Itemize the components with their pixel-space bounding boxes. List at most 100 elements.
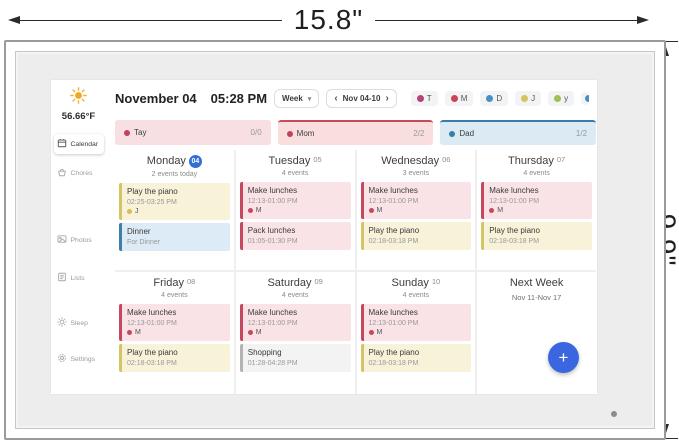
- day-cell-friday[interactable]: Friday08 4 events Make lunches 12:13-01:…: [115, 272, 234, 394]
- member-dot: [554, 95, 561, 102]
- event-card[interactable]: Pack lunches 01:05-01:30 PM: [240, 222, 351, 250]
- member-dot: [248, 330, 253, 335]
- day-cell-sunday[interactable]: Sunday10 4 events Make lunches 12:13-01:…: [357, 272, 476, 394]
- add-event-button[interactable]: +: [548, 342, 579, 373]
- day-number: 05: [313, 155, 321, 164]
- member-chip[interactable]: M: [445, 91, 474, 106]
- current-time: 05:28 PM: [211, 91, 267, 106]
- member-dot: [127, 209, 132, 214]
- day-name: Saturday: [267, 277, 311, 289]
- chevron-left-icon[interactable]: ‹: [334, 96, 337, 102]
- sidebar-item-lists[interactable]: Lists: [54, 268, 104, 288]
- day-number: 08: [187, 277, 195, 286]
- event-card[interactable]: Shopping 01:28-04:28 PM: [240, 344, 351, 372]
- day-cell-saturday[interactable]: Saturday09 4 events Make lunches 12:13-0…: [236, 272, 355, 394]
- day-cell-wednesday[interactable]: Wednesday06 3 events Make lunches 12:13-…: [357, 150, 476, 270]
- view-selector[interactable]: Week ▾: [274, 89, 319, 108]
- sidebar-item-chores[interactable]: Chores: [54, 163, 104, 183]
- filter-count: 0/0: [251, 128, 262, 137]
- sidebar-item-settings[interactable]: Settings: [54, 349, 104, 369]
- day-summary: 4 events: [479, 170, 594, 177]
- lists-icon: [57, 272, 67, 284]
- member-chip-clipped[interactable]: [581, 92, 589, 105]
- member-dot: [369, 330, 374, 335]
- weather-widget: 56.66°F: [62, 87, 95, 122]
- day-summary: 4 events: [238, 170, 353, 177]
- gear-icon: [57, 353, 67, 365]
- calendar-icon: [57, 138, 67, 150]
- day-name: Monday: [147, 155, 186, 167]
- day-summary: 3 events: [359, 170, 474, 177]
- member-dot: [451, 95, 458, 102]
- sidebar-item-sleep[interactable]: Sleep: [54, 313, 104, 333]
- chevron-right-icon[interactable]: ›: [385, 96, 388, 102]
- event-card[interactable]: Play the piano 02:18-03:18 PM: [361, 344, 472, 372]
- member-chip[interactable]: D: [480, 91, 508, 106]
- event-card[interactable]: Dinner For Dinner: [119, 223, 230, 251]
- member-chip[interactable]: J: [515, 91, 541, 106]
- week-grid: Monday04 2 events today Play the piano 0…: [115, 150, 596, 394]
- sidebar-item-photos[interactable]: Photos: [54, 230, 104, 250]
- sidebar-nav: Calendar Chores Photos Lists: [51, 134, 106, 369]
- member-dot: [585, 95, 589, 102]
- chores-icon: [57, 167, 67, 179]
- app-header: November 04 05:28 PM Week ▾ ‹ Nov 04-10 …: [106, 80, 597, 117]
- day-number: 07: [557, 155, 565, 164]
- sidebar-item-calendar[interactable]: Calendar: [54, 134, 104, 154]
- event-card[interactable]: Make lunches 12:13-01:00 PM M: [481, 182, 592, 219]
- day-cell-thursday[interactable]: Thursday07 4 events Make lunches 12:13-0…: [477, 150, 596, 270]
- day-summary: 4 events: [238, 292, 353, 299]
- filter-dot: [124, 130, 130, 136]
- device-screen: 56.66°F Calendar Chores Ph: [15, 51, 655, 429]
- width-label: 15.8": [294, 4, 363, 36]
- event-card[interactable]: Make lunches 12:13-01:00 PM M: [240, 304, 351, 341]
- day-cell-next-week[interactable]: Next Week Nov 11-Nov 17: [477, 272, 596, 394]
- event-card[interactable]: Make lunches 12:13-01:00 PM M: [361, 182, 472, 219]
- day-name: Friday: [153, 277, 184, 289]
- day-summary: 2 events today: [117, 171, 232, 178]
- member-dot: [489, 208, 494, 213]
- member-dot: [417, 95, 424, 102]
- filter-dot: [449, 131, 455, 137]
- day-cell-monday[interactable]: Monday04 2 events today Play the piano 0…: [115, 150, 234, 270]
- filter-chip-tay[interactable]: Tay 0/0: [115, 120, 271, 145]
- event-card[interactable]: Make lunches 12:13-01:00 PM M: [240, 182, 351, 219]
- day-name: Thursday: [508, 155, 554, 167]
- day-name: Tuesday: [269, 155, 311, 167]
- member-chip[interactable]: T: [411, 91, 438, 106]
- week-range: Nov 04-10: [343, 94, 381, 103]
- filter-chip-dad[interactable]: Dad 1/2: [440, 120, 596, 145]
- calendar-app: 56.66°F Calendar Chores Ph: [51, 80, 597, 394]
- day-number: 06: [442, 155, 450, 164]
- week-navigator: ‹ Nov 04-10 ›: [326, 89, 396, 108]
- event-card[interactable]: Play the piano 02:18-03:18 PM: [481, 222, 592, 250]
- photos-icon: [57, 234, 67, 246]
- day-number: 09: [314, 277, 322, 286]
- member-dot: [521, 95, 528, 102]
- sleep-icon: [57, 317, 67, 329]
- day-number: 10: [432, 277, 440, 286]
- member-dot: [486, 95, 493, 102]
- member-chip[interactable]: y: [548, 91, 574, 106]
- filter-count: 1/2: [576, 129, 587, 138]
- light-sensor-dot: [611, 411, 617, 417]
- day-summary: 4 events: [117, 292, 232, 299]
- filter-count: 2/2: [413, 129, 424, 138]
- day-cell-tuesday[interactable]: Tuesday05 4 events Make lunches 12:13-01…: [236, 150, 355, 270]
- filter-row: Tay 0/0 Mom 2/2 Dad 1/2: [115, 120, 596, 145]
- event-card[interactable]: Make lunches 12:13-01:00 PM M: [361, 304, 472, 341]
- day-summary: 4 events: [359, 292, 474, 299]
- event-card[interactable]: Play the piano 02:18-03:18 PM: [361, 222, 472, 250]
- arrow-right-icon: [637, 16, 649, 24]
- day-name: Next Week: [510, 277, 564, 289]
- event-card[interactable]: Play the piano 02:18-03:18 PM: [119, 344, 230, 372]
- current-date: November 04: [115, 91, 197, 106]
- event-card[interactable]: Play the piano 02:25-03:25 PM J: [119, 183, 230, 220]
- device-frame: 56.66°F Calendar Chores Ph: [4, 40, 666, 440]
- filter-chip-mom[interactable]: Mom 2/2: [278, 120, 434, 145]
- temperature: 56.66°F: [62, 111, 95, 122]
- event-card[interactable]: Make lunches 12:13-01:00 PM M: [119, 304, 230, 341]
- sun-icon: [70, 91, 87, 108]
- width-dimension: 15.8": [8, 2, 649, 38]
- chevron-down-icon: ▾: [308, 95, 312, 103]
